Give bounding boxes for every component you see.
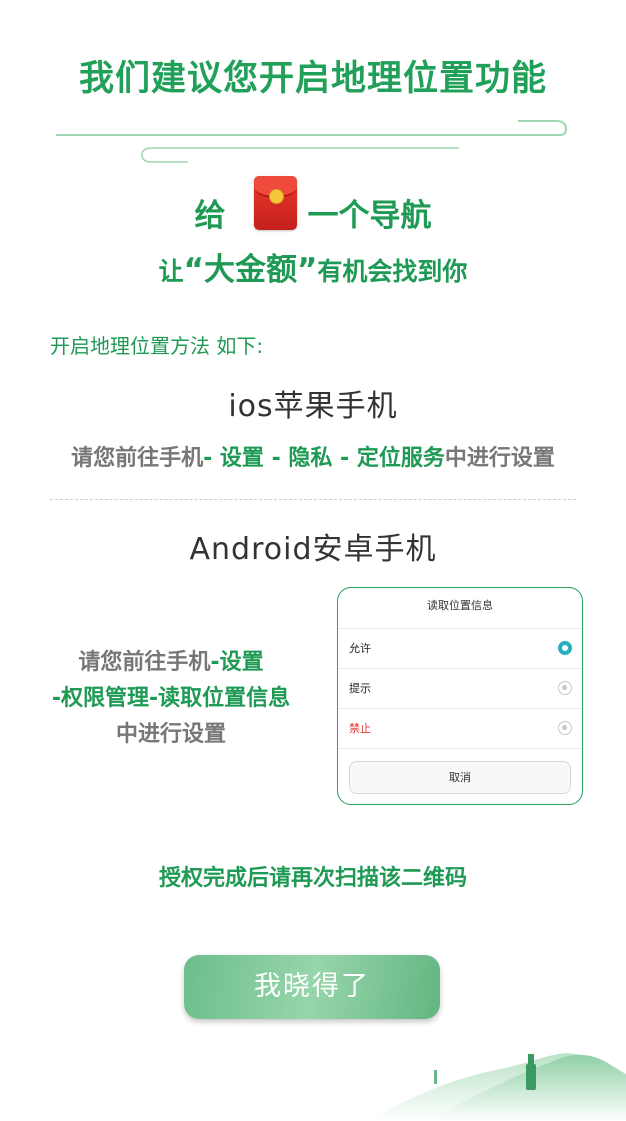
ios-title: ios苹果手机 <box>228 389 398 424</box>
android-instr-line2: -权限管理-读取位置信息 <box>51 686 291 711</box>
section-divider <box>50 499 576 500</box>
android-instr-path: -设置 <box>210 650 264 675</box>
option-prompt-label: 提示 <box>349 682 371 695</box>
radio-unselected-icon <box>558 681 572 695</box>
android-title: Android安卓手机 <box>189 532 437 567</box>
radio-unselected-icon <box>558 721 572 735</box>
android-instr-line3: 中进行设置 <box>115 722 226 747</box>
option-allow: 允许 <box>338 629 582 669</box>
option-allow-label: 允许 <box>349 642 371 655</box>
option-deny: 禁止 <box>338 709 582 749</box>
ios-instr-prefix: 请您前往手机 <box>71 446 204 471</box>
promo-line-2: 让“大金额”有机会找到你 <box>0 244 626 289</box>
android-instr-prefix: 请您前往手机 <box>78 650 211 675</box>
ios-instr-path: - 设置 - 隐私 - 定位服务 <box>203 446 445 471</box>
promo-line-1-left: 给 <box>194 198 226 234</box>
promo-line-1: 给 一个导航 <box>0 190 626 235</box>
option-deny-label: 禁止 <box>349 722 371 735</box>
red-envelope-icon <box>254 176 297 230</box>
promo-line-1-right: 一个导航 <box>307 198 432 234</box>
confirm-button[interactable]: 我晓得了 <box>184 955 440 1019</box>
hills-decoration <box>366 1053 626 1121</box>
dialog-title: 读取位置信息 <box>338 588 582 629</box>
permission-dialog-preview: 读取位置信息 允许 提示 禁止 取消 <box>337 587 583 805</box>
auth-note: 授权完成后请再次扫描该二维码 <box>158 866 467 891</box>
decorative-lines <box>56 120 568 163</box>
dialog-cancel-button: 取消 <box>349 761 571 794</box>
radio-selected-icon <box>558 641 572 655</box>
promo-line-2-prefix: 让 <box>158 257 184 286</box>
option-prompt: 提示 <box>338 669 582 709</box>
page-title: 我们建议您开启地理位置功能 <box>78 59 547 99</box>
ios-instructions: 请您前往手机- 设置 - 隐私 - 定位服务中进行设置 <box>0 440 626 472</box>
promo-line-2-highlight: “大金额” <box>183 252 318 288</box>
method-label: 开启地理位置方法 如下: <box>50 334 264 358</box>
android-instructions: 请您前往手机-设置 -权限管理-读取位置信息 中进行设置 <box>30 645 312 753</box>
promo-line-2-suffix: 有机会找到你 <box>317 257 468 286</box>
ios-instr-suffix: 中进行设置 <box>444 446 555 471</box>
